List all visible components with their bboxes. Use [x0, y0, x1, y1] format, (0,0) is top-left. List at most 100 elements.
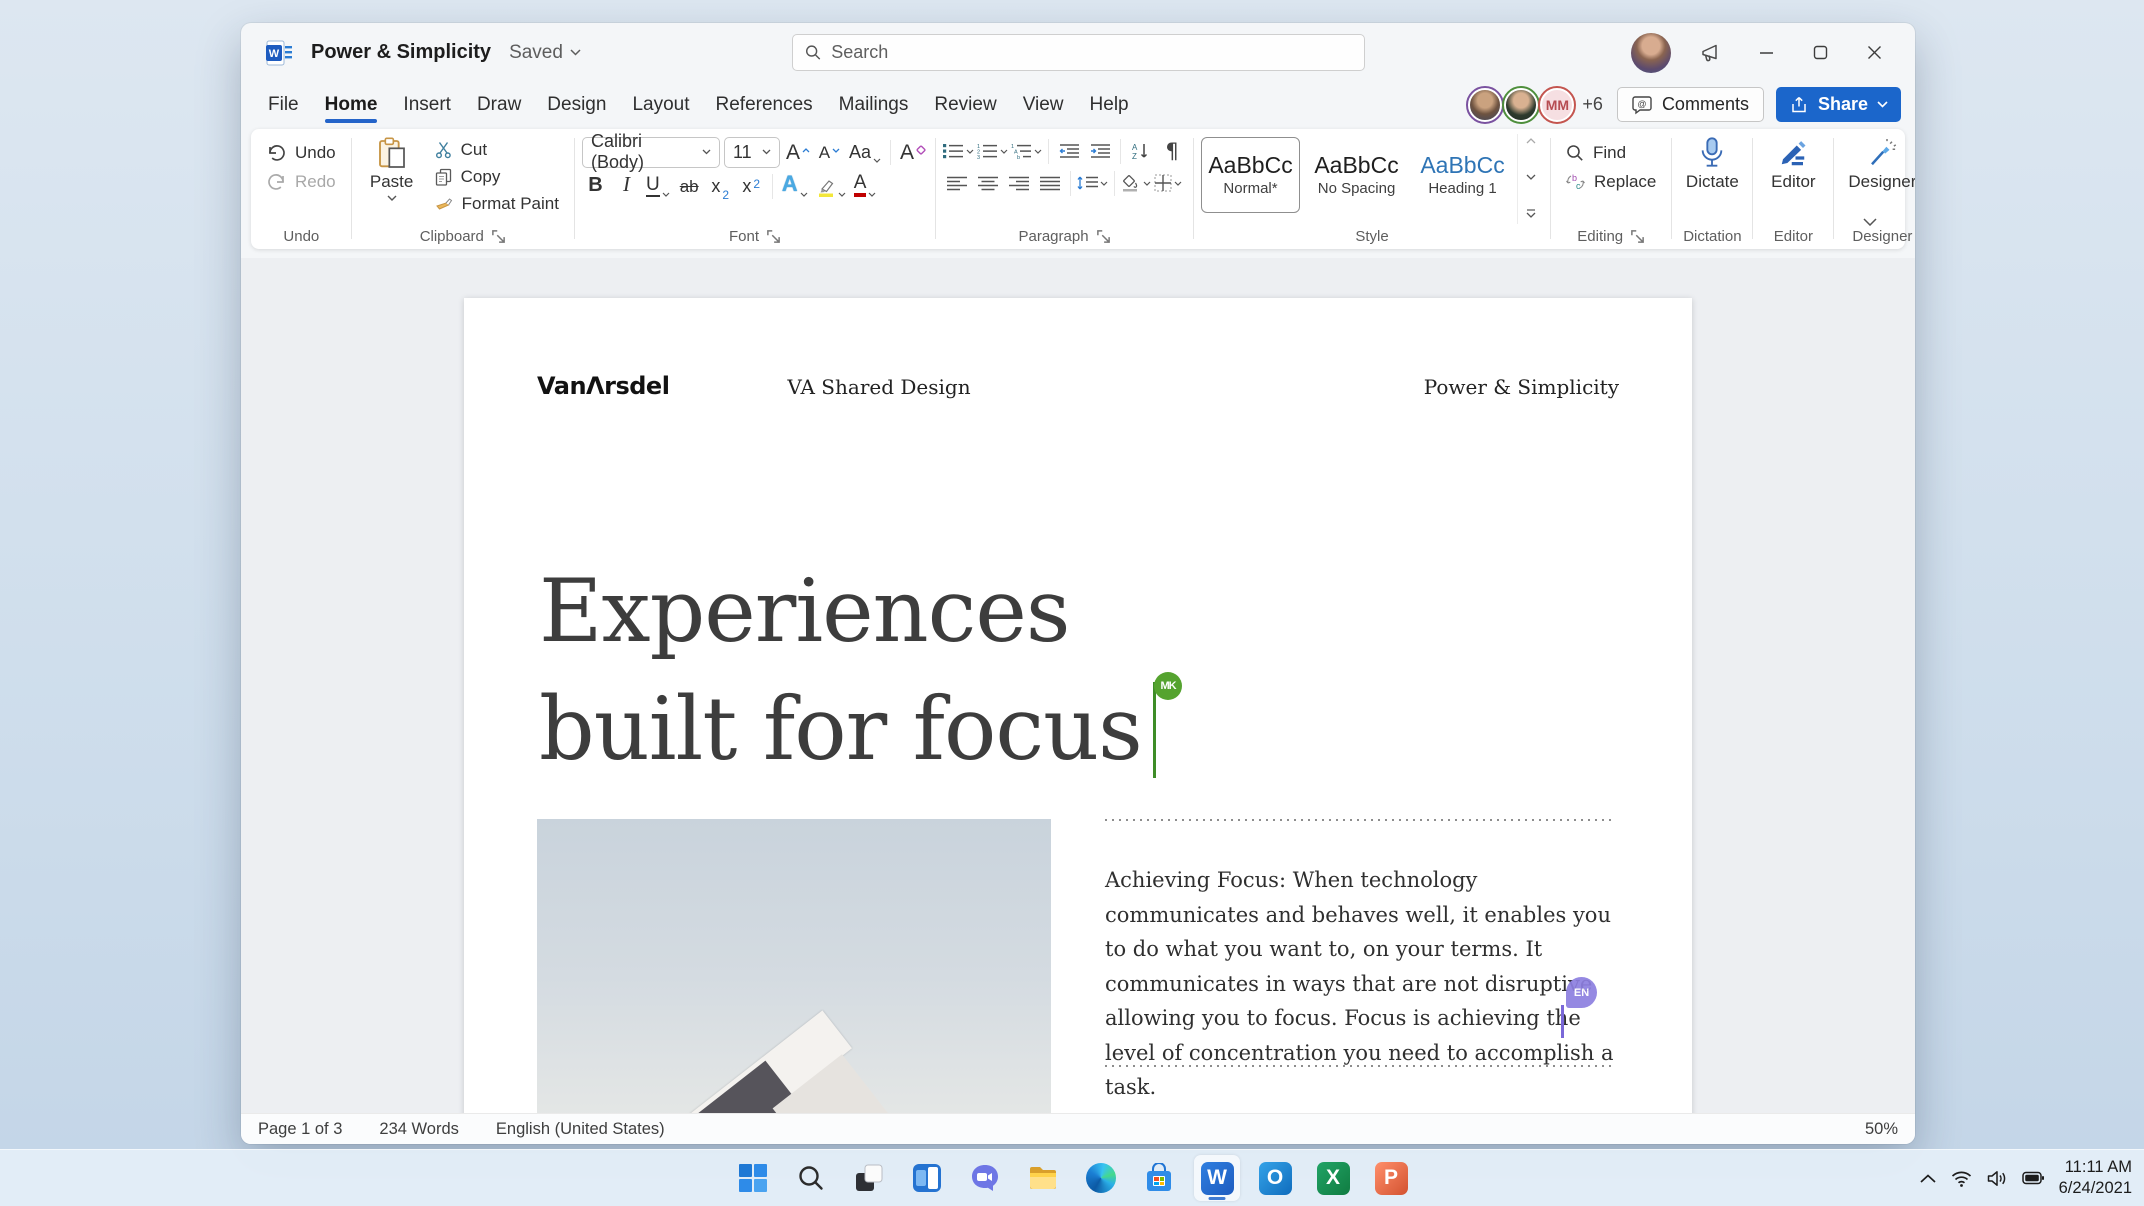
- subscript-button[interactable]: x2: [707, 172, 734, 202]
- taskbar-word-button[interactable]: W: [1194, 1155, 1240, 1201]
- underline-button[interactable]: U: [644, 172, 672, 201]
- collaborator-avatar-1[interactable]: [1466, 85, 1505, 124]
- share-button[interactable]: Share: [1775, 87, 1901, 122]
- dialog-launcher-icon[interactable]: [491, 229, 506, 244]
- volume-icon[interactable]: [1987, 1170, 2007, 1187]
- sort-button[interactable]: AZ: [1127, 137, 1155, 165]
- italic-button[interactable]: I: [613, 172, 640, 201]
- bullets-button[interactable]: [943, 137, 974, 165]
- file-explorer-button[interactable]: [1020, 1155, 1066, 1201]
- style-scroll-down-icon[interactable]: [1526, 174, 1536, 180]
- document-canvas[interactable]: VanΛrsdel VA Shared Design Power & Simpl…: [241, 258, 1915, 1113]
- clock[interactable]: 11:11 AM 6/24/2021: [2059, 1157, 2132, 1200]
- decrease-indent-button[interactable]: [1055, 137, 1083, 165]
- word-count[interactable]: 234 Words: [379, 1120, 459, 1139]
- search-input[interactable]: [831, 42, 1352, 63]
- align-right-button[interactable]: [1005, 169, 1033, 197]
- highlight-button[interactable]: [814, 172, 848, 201]
- shrink-font-button[interactable]: A: [816, 138, 843, 167]
- wifi-icon[interactable]: [1951, 1170, 1972, 1187]
- change-case-button[interactable]: Aa: [847, 138, 883, 167]
- align-center-button[interactable]: [974, 169, 1002, 197]
- collaborator-avatar-2[interactable]: [1502, 85, 1541, 124]
- tab-home[interactable]: Home: [312, 87, 391, 123]
- style-no-spacing[interactable]: AaBbCc No Spacing: [1307, 137, 1406, 213]
- style-more-icon[interactable]: [1526, 209, 1536, 218]
- numbering-button[interactable]: 123: [977, 137, 1008, 165]
- redo-button[interactable]: Redo: [259, 167, 344, 196]
- account-avatar[interactable]: [1631, 32, 1671, 73]
- cut-button[interactable]: Cut: [427, 136, 567, 163]
- grow-font-button[interactable]: A: [784, 138, 812, 167]
- tray-chevron-up-icon[interactable]: [1920, 1173, 1936, 1183]
- dialog-launcher-icon[interactable]: [1630, 229, 1645, 244]
- superscript-button[interactable]: x2: [738, 172, 765, 201]
- designer-button[interactable]: Designer: [1841, 134, 1915, 224]
- language-status[interactable]: English (United States): [496, 1120, 665, 1139]
- editor-button[interactable]: Editor: [1760, 134, 1826, 224]
- tab-references[interactable]: References: [703, 87, 826, 123]
- style-heading-1[interactable]: AaBbCc Heading 1: [1413, 137, 1512, 213]
- strikethrough-button[interactable]: ab: [676, 172, 703, 201]
- dictate-button[interactable]: Dictate: [1679, 134, 1745, 224]
- comments-button[interactable]: @ Comments: [1616, 87, 1764, 122]
- shading-button[interactable]: [1121, 169, 1151, 197]
- paste-button[interactable]: Paste: [359, 134, 425, 224]
- tab-draw[interactable]: Draw: [464, 87, 534, 123]
- tab-mailings[interactable]: Mailings: [826, 87, 922, 123]
- widgets-button[interactable]: [904, 1155, 950, 1201]
- close-button[interactable]: [1851, 33, 1897, 73]
- increase-indent-button[interactable]: [1086, 137, 1114, 165]
- document-page[interactable]: VanΛrsdel VA Shared Design Power & Simpl…: [464, 298, 1692, 1113]
- style-scroll-up-icon[interactable]: [1526, 138, 1536, 144]
- tab-insert[interactable]: Insert: [390, 87, 464, 123]
- align-left-button[interactable]: [943, 169, 971, 197]
- task-view-button[interactable]: [846, 1155, 892, 1201]
- bold-button[interactable]: B: [582, 172, 609, 201]
- battery-icon[interactable]: [2021, 1171, 2044, 1185]
- document-image[interactable]: [537, 819, 1051, 1113]
- microsoft-store-button[interactable]: [1136, 1155, 1182, 1201]
- line-spacing-button[interactable]: [1077, 169, 1108, 197]
- save-status-dropdown[interactable]: Saved: [509, 42, 581, 64]
- edge-browser-button[interactable]: [1078, 1155, 1124, 1201]
- tab-design[interactable]: Design: [534, 87, 619, 123]
- text-effects-button[interactable]: A: [780, 171, 810, 201]
- collaborator-avatar-mm[interactable]: MM: [1538, 85, 1577, 124]
- start-button[interactable]: [730, 1155, 776, 1201]
- justify-button[interactable]: [1036, 169, 1064, 197]
- show-paragraph-marks-button[interactable]: ¶: [1158, 137, 1186, 165]
- collaborator-overflow-count[interactable]: +6: [1582, 94, 1603, 115]
- style-normal[interactable]: AaBbCc Normal*: [1201, 137, 1301, 213]
- replace-button[interactable]: bc Replace: [1558, 167, 1664, 196]
- tab-layout[interactable]: Layout: [619, 87, 702, 123]
- collapse-ribbon-button[interactable]: [1863, 213, 1877, 231]
- tab-view[interactable]: View: [1010, 87, 1077, 123]
- search-bar[interactable]: [792, 34, 1365, 71]
- clear-formatting-button[interactable]: A: [898, 138, 928, 167]
- page-count[interactable]: Page 1 of 3: [258, 1120, 342, 1139]
- minimize-button[interactable]: [1743, 33, 1789, 73]
- borders-button[interactable]: [1154, 169, 1182, 197]
- font-family-select[interactable]: Calibri (Body): [581, 131, 720, 172]
- taskbar-search-button[interactable]: [788, 1155, 834, 1201]
- taskbar-powerpoint-button[interactable]: P: [1368, 1155, 1414, 1201]
- dialog-launcher-icon[interactable]: [1096, 229, 1111, 244]
- maximize-button[interactable]: [1797, 33, 1843, 73]
- format-painter-button[interactable]: Format Paint: [427, 190, 567, 217]
- tab-file[interactable]: File: [255, 87, 312, 123]
- font-size-select[interactable]: 11: [723, 136, 780, 168]
- tab-review[interactable]: Review: [921, 87, 1009, 123]
- dialog-launcher-icon[interactable]: [766, 229, 781, 244]
- feedback-button[interactable]: [1689, 33, 1735, 73]
- body-paragraph[interactable]: Achieving Focus: When technology communi…: [1105, 863, 1616, 1105]
- multilevel-list-button[interactable]: 1Ab: [1011, 137, 1042, 165]
- zoom-level[interactable]: 50%: [1865, 1120, 1898, 1139]
- find-button[interactable]: Find: [1558, 138, 1664, 167]
- undo-button[interactable]: Undo: [259, 138, 344, 167]
- font-color-button[interactable]: A: [852, 172, 879, 201]
- taskbar-outlook-button[interactable]: O: [1252, 1155, 1298, 1201]
- chat-button[interactable]: [962, 1155, 1008, 1201]
- taskbar-excel-button[interactable]: X: [1310, 1155, 1356, 1201]
- copy-button[interactable]: Copy: [427, 163, 567, 190]
